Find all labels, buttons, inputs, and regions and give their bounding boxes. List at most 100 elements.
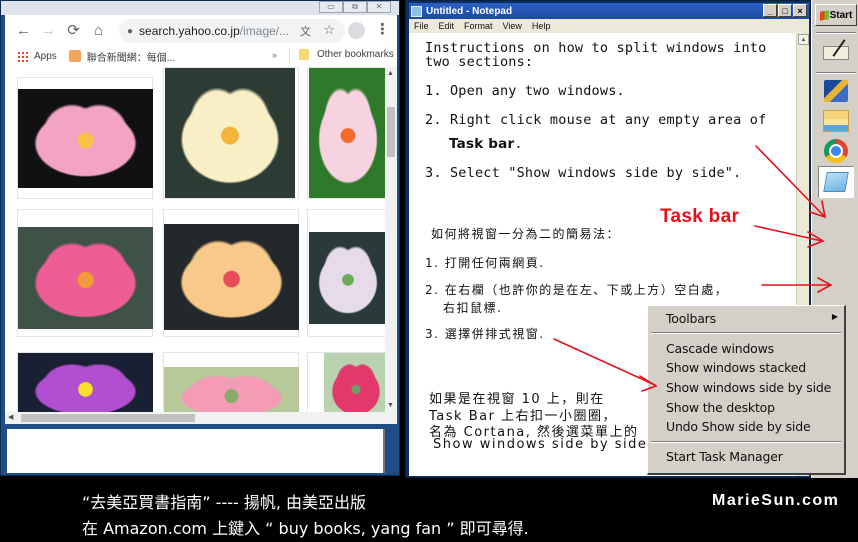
- maximize-button[interactable]: □: [778, 4, 792, 17]
- menu-help[interactable]: Help: [527, 21, 556, 31]
- taskbar-separator: [816, 32, 856, 34]
- image-result[interactable]: [17, 77, 153, 199]
- image-result[interactable]: [163, 67, 299, 199]
- reload-icon[interactable]: ⟳: [61, 21, 86, 39]
- close-button[interactable]: ✕: [367, 1, 391, 13]
- menu-view[interactable]: View: [498, 21, 527, 31]
- taskbar-file-explorer[interactable]: [818, 106, 854, 136]
- menu-item-show-windows-side-by-side[interactable]: Show windows side by side: [666, 380, 831, 395]
- browser-window: ▭ ⧉ ✕ ← → ⟳ ⌂ ● search.yahoo.co.jp/image…: [0, 0, 400, 476]
- notepad-titlebar: Untitled - Notepad _ □ ×: [409, 3, 809, 19]
- scroll-up-icon[interactable]: ▲: [798, 34, 809, 45]
- period: .: [514, 136, 523, 152]
- lotus-image: [309, 232, 387, 324]
- task-bar-annotation: Task bar: [660, 206, 740, 227]
- caption-footer: “去美亞買書指南” ---- 揚帆, 由美亞出版 在 Amazon.com 上鍵…: [0, 478, 858, 542]
- menu-format[interactable]: Format: [459, 21, 498, 31]
- start-label: Start: [829, 9, 853, 21]
- browser-titlebar: ▭ ⧉ ✕: [1, 1, 399, 15]
- page-vertical-scrollbar[interactable]: ▲ ▼: [385, 67, 397, 412]
- restore-button[interactable]: ⧉: [343, 1, 367, 13]
- profile-avatar[interactable]: [348, 22, 365, 39]
- image-result[interactable]: [307, 352, 388, 412]
- back-icon[interactable]: ←: [11, 22, 36, 39]
- taskbar-remote-desktop[interactable]: [818, 76, 854, 106]
- apps-grid-icon: [17, 50, 28, 62]
- start-button[interactable]: Start: [815, 4, 857, 26]
- lotus-image: [164, 367, 299, 412]
- menu-item-cascade-windows[interactable]: Cascade windows: [666, 341, 774, 356]
- menu-separator: [651, 332, 841, 334]
- task-bar-bold: Task bar: [449, 136, 515, 152]
- browser-menu-icon[interactable]: ⋮: [375, 20, 390, 38]
- scroll-up-icon[interactable]: ▲: [387, 70, 394, 77]
- minimize-button[interactable]: ▭: [319, 1, 343, 13]
- forward-icon[interactable]: →: [36, 22, 61, 39]
- toolbars-label: Toolbars: [666, 311, 716, 326]
- udn-site-icon: [68, 50, 81, 62]
- image-result[interactable]: [307, 209, 387, 337]
- lotus-image: [165, 68, 295, 198]
- lotus-image: [324, 353, 388, 412]
- scrollbar-thumb[interactable]: [387, 107, 395, 157]
- bookmark-star-icon[interactable]: ☆: [323, 22, 335, 38]
- notepad-icon: [823, 172, 849, 192]
- bookmarks-separator: [289, 49, 290, 63]
- windows-flag-icon: [819, 9, 829, 21]
- other-bookmarks[interactable]: Other bookmarks: [299, 49, 394, 60]
- menu-edit[interactable]: Edit: [434, 21, 460, 31]
- submenu-arrow-icon: ▶: [831, 312, 838, 321]
- menu-item-show-desktop[interactable]: Show the desktop: [666, 400, 775, 415]
- english-step-2-line2: Task bar.: [449, 136, 523, 152]
- english-step-2-line1: 2. Right click mouse at any empty area o…: [425, 112, 767, 128]
- menu-item-show-windows-stacked[interactable]: Show windows stacked: [666, 360, 806, 375]
- lotus-image: [309, 68, 387, 198]
- menu-item-start-task-manager[interactable]: Start Task Manager: [666, 449, 783, 464]
- url-path: /image/...: [239, 24, 290, 38]
- taskbar-signature-tool[interactable]: [818, 38, 854, 68]
- image-result[interactable]: [17, 352, 153, 412]
- lotus-image: [18, 227, 153, 329]
- close-button[interactable]: ×: [793, 4, 807, 17]
- image-result[interactable]: [163, 352, 299, 412]
- browser-caption-buttons: ▭ ⧉ ✕: [319, 1, 391, 14]
- chinese-step-2-line1: 2. 在右欄（也許你的是在左、下或上方）空白處，: [425, 283, 729, 297]
- bookmark-apps[interactable]: Apps: [17, 50, 57, 62]
- horizontal-scrollbar-thumb[interactable]: [21, 414, 195, 422]
- translate-icon[interactable]: 文: [300, 23, 311, 39]
- lock-icon: ●: [127, 25, 134, 37]
- english-step-3: 3. Select "Show windows side by side".: [425, 165, 742, 181]
- image-result[interactable]: [17, 209, 153, 337]
- chinese-step-2-line2: 右扣鼠標.: [443, 301, 503, 315]
- lower-blank-pane: [7, 429, 385, 473]
- other-bookmarks-label: Other bookmarks: [317, 49, 394, 60]
- image-result[interactable]: [163, 209, 299, 337]
- lotus-image: [164, 224, 299, 330]
- notepad-menubar: File Edit Format View Help: [409, 19, 809, 33]
- url-host: search.yahoo.co.jp: [139, 24, 240, 38]
- bookmarks-overflow-button[interactable]: »: [272, 50, 277, 60]
- taskbar-chrome[interactable]: [818, 136, 854, 166]
- menu-item-undo-side-by-side[interactable]: Undo Show side by side: [666, 419, 811, 434]
- instructions-heading-line2: two sections:: [425, 54, 534, 70]
- image-result[interactable]: [307, 67, 387, 199]
- address-bar[interactable]: ● search.yahoo.co.jp/image/... 文 ☆: [119, 19, 345, 43]
- bookmarks-bar: Apps 聯合新聞網：每個... » Other bookmarks: [5, 45, 397, 67]
- folder-icon: [299, 49, 309, 60]
- page-horizontal-scrollbar[interactable]: ◀: [5, 412, 397, 424]
- taskbar-notepad[interactable]: [818, 166, 854, 198]
- bookmark-apps-label: Apps: [34, 50, 57, 62]
- menu-item-toolbars[interactable]: Toolbars: [666, 311, 844, 326]
- menu-file[interactable]: File: [409, 21, 434, 31]
- minimize-button[interactable]: _: [763, 4, 777, 17]
- menu-separator: [651, 441, 841, 443]
- home-icon[interactable]: ⌂: [86, 22, 111, 39]
- signature-pen-icon: [823, 46, 849, 60]
- scroll-left-icon[interactable]: ◀: [8, 413, 13, 421]
- notepad-caption-buttons: _ □ ×: [763, 4, 807, 17]
- bookmark-udn[interactable]: 聯合新聞網：每個...: [68, 49, 176, 64]
- scroll-down-icon[interactable]: ▼: [387, 402, 394, 409]
- windows10-note-line4: Show windows side by side.: [433, 437, 654, 452]
- lotus-image: [18, 89, 153, 188]
- bookmark-udn-label: 聯合新聞網：每個...: [86, 52, 176, 64]
